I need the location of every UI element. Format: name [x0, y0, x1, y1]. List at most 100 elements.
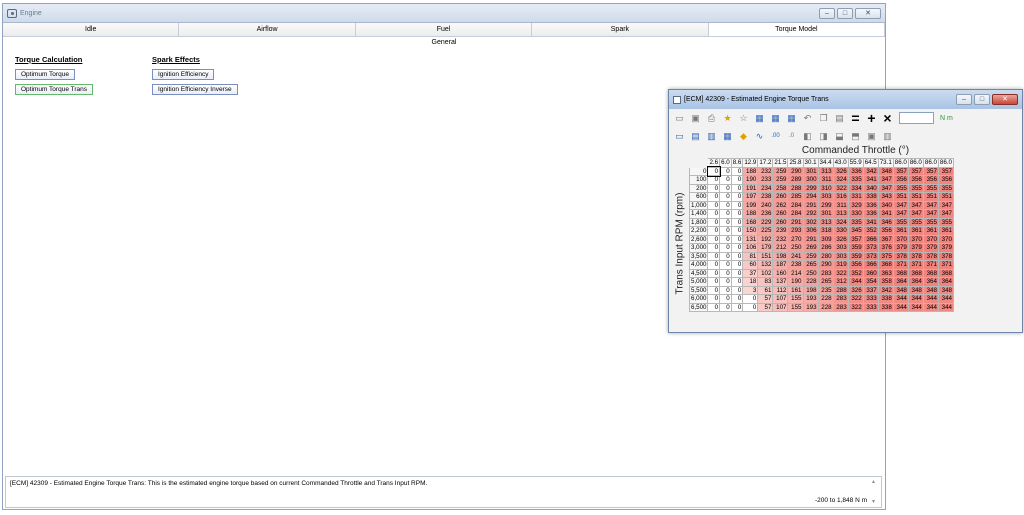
table-cell[interactable]: 333	[862, 302, 879, 312]
table-cell[interactable]: 348	[892, 285, 909, 295]
table-cell[interactable]: 160	[772, 268, 789, 278]
row-header[interactable]: 2,600	[688, 234, 709, 244]
table-cell[interactable]: 81	[742, 251, 759, 261]
color-fill-icon[interactable]: ◆	[737, 130, 750, 143]
table-cell[interactable]: 0	[730, 251, 744, 261]
table-cell[interactable]: 233	[757, 175, 774, 185]
smooth-icon[interactable]: ▥	[881, 130, 894, 143]
table-cell[interactable]: 355	[892, 183, 909, 193]
table-cell[interactable]: 0	[707, 166, 721, 177]
table-cell[interactable]: 197	[742, 192, 759, 202]
table-cell[interactable]: 102	[757, 268, 774, 278]
table-cell[interactable]: 364	[892, 277, 909, 287]
table-cell[interactable]: 335	[847, 217, 864, 227]
table-cell[interactable]: 359	[847, 251, 864, 261]
table-cell[interactable]: 191	[742, 183, 759, 193]
table-cell[interactable]: 357	[937, 166, 954, 176]
row-header[interactable]: 6,500	[688, 302, 709, 312]
table-cell[interactable]: 0	[719, 166, 732, 176]
column-header[interactable]: 8.6	[730, 158, 744, 168]
table-cell[interactable]: 342	[877, 285, 894, 295]
table-cell[interactable]: 322	[847, 302, 864, 312]
table-cell[interactable]: 378	[937, 251, 954, 261]
table-cell[interactable]: 241	[787, 251, 804, 261]
table-cell[interactable]: 303	[832, 243, 849, 253]
table-cell[interactable]: 0	[719, 285, 732, 295]
table-cell[interactable]: 198	[772, 251, 789, 261]
description-scrollbar[interactable]: ▲ ▼	[871, 479, 879, 505]
table-cell[interactable]: 137	[772, 277, 789, 287]
table-cell[interactable]: 0	[730, 243, 744, 253]
column-header[interactable]: 34.4	[817, 158, 834, 168]
table-cell[interactable]: 368	[877, 260, 894, 270]
table-cell[interactable]: 0	[730, 166, 744, 176]
table-cell[interactable]: 344	[922, 302, 939, 312]
table-cell[interactable]: 347	[892, 209, 909, 219]
table-cell[interactable]: 368	[892, 268, 909, 278]
table-cell[interactable]: 341	[862, 217, 879, 227]
table-cell[interactable]: 344	[847, 277, 864, 287]
table-cell[interactable]: 179	[757, 243, 774, 253]
table-cell[interactable]: 347	[907, 209, 924, 219]
table-cell[interactable]: 379	[907, 243, 924, 253]
scroll-up-icon[interactable]: ▲	[871, 479, 879, 485]
table-cell[interactable]: 0	[719, 260, 732, 270]
table-cell[interactable]: 352	[862, 226, 879, 236]
table-cell[interactable]: 260	[772, 192, 789, 202]
table-cell[interactable]: 376	[877, 243, 894, 253]
table-cell[interactable]: 357	[907, 166, 924, 176]
table-cell[interactable]: 289	[787, 175, 804, 185]
table-cell[interactable]: 357	[847, 234, 864, 244]
table-cell[interactable]: 364	[937, 277, 954, 287]
table-cell[interactable]: 356	[892, 175, 909, 185]
table-cell[interactable]: 326	[832, 234, 849, 244]
table-cell[interactable]: 322	[832, 268, 849, 278]
table-cell[interactable]: 232	[757, 166, 774, 176]
minimize-button[interactable]: –	[819, 7, 835, 19]
table-cell[interactable]: 311	[832, 200, 849, 210]
table-cell[interactable]: 302	[802, 217, 819, 227]
table-cell[interactable]: 311	[817, 175, 834, 185]
table-cell[interactable]: 0	[742, 302, 759, 312]
table-cell[interactable]: 330	[832, 226, 849, 236]
table-cell[interactable]: 288	[832, 285, 849, 295]
column-header[interactable]: 17.2	[757, 158, 774, 168]
table-cell[interactable]: 240	[757, 200, 774, 210]
table-cell[interactable]: 0	[707, 243, 721, 253]
table-cell[interactable]: 326	[847, 285, 864, 295]
table-cell[interactable]: 0	[730, 260, 744, 270]
table-cell[interactable]: 229	[757, 217, 774, 227]
table-cell[interactable]: 168	[742, 217, 759, 227]
table-cell[interactable]: 378	[907, 251, 924, 261]
table-cell[interactable]: 355	[907, 183, 924, 193]
column-header[interactable]: 30.1	[802, 158, 819, 168]
table-cell[interactable]: 345	[847, 226, 864, 236]
table-cell[interactable]: 294	[802, 192, 819, 202]
layout-split-v-icon[interactable]: ▥	[705, 130, 718, 143]
table-cell[interactable]: 300	[802, 175, 819, 185]
optimum-torque-trans-button[interactable]: Optimum Torque Trans	[15, 84, 93, 95]
table-cell[interactable]: 192	[757, 234, 774, 244]
table-cell[interactable]: 0	[707, 192, 721, 202]
table-cell[interactable]: 347	[922, 209, 939, 219]
column-header[interactable]: 25.8	[787, 158, 804, 168]
table-cell[interactable]: 312	[832, 277, 849, 287]
table-cell[interactable]: 107	[772, 294, 789, 304]
table-cell[interactable]: 367	[877, 234, 894, 244]
table-cell[interactable]: 375	[877, 251, 894, 261]
table-cell[interactable]: 336	[847, 166, 864, 176]
table-cell[interactable]: 301	[817, 209, 834, 219]
table-cell[interactable]: 356	[877, 226, 894, 236]
table-cell[interactable]: 347	[907, 200, 924, 210]
table-close-button[interactable]: ✕	[992, 94, 1018, 105]
table-cell[interactable]: 0	[707, 183, 721, 193]
table-cell[interactable]: 355	[922, 217, 939, 227]
table-cell[interactable]: 338	[877, 294, 894, 304]
table-cell[interactable]: 150	[742, 226, 759, 236]
table-cell[interactable]: 0	[719, 302, 732, 312]
table-cell[interactable]: 0	[730, 175, 744, 185]
table-cell[interactable]: 355	[937, 183, 954, 193]
table-cell[interactable]: 344	[892, 294, 909, 304]
table-cell[interactable]: 344	[907, 294, 924, 304]
table-cell[interactable]: 228	[817, 302, 834, 312]
